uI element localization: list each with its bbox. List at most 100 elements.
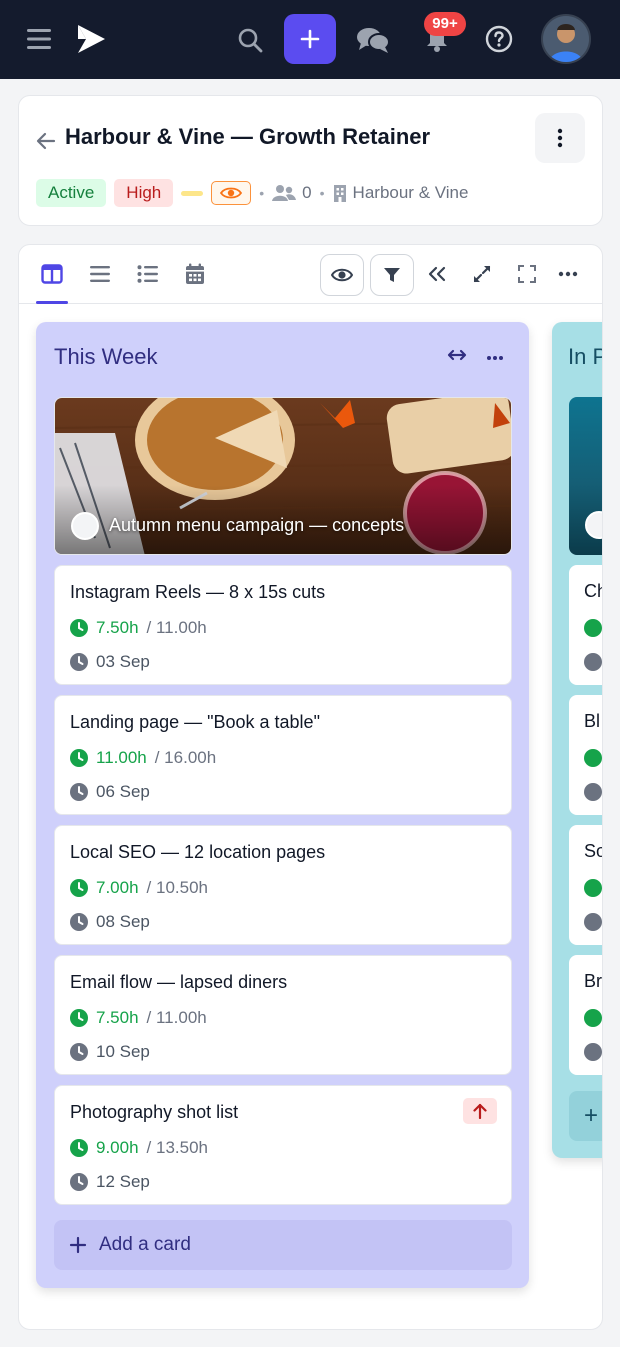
clock-icon xyxy=(70,913,88,931)
card-title: Ch xyxy=(584,581,602,601)
page-title: Harbour & Vine — Growth Retainer xyxy=(65,124,431,149)
clock-icon xyxy=(584,783,602,801)
project-menu-button[interactable] xyxy=(535,113,585,163)
help-icon[interactable] xyxy=(482,22,516,56)
board-toolbar xyxy=(19,245,602,304)
task-card[interactable]: Br xyxy=(569,955,602,1075)
add-card-label: Add a card xyxy=(99,1234,191,1255)
plus-icon xyxy=(300,29,320,49)
task-card[interactable]: Landing page — "Book a table" 11.00h / 1… xyxy=(54,695,512,815)
back-arrow-icon[interactable] xyxy=(35,130,57,152)
task-card[interactable]: Bl xyxy=(569,695,602,815)
complete-checkbox[interactable] xyxy=(71,512,99,540)
time-estimate: / 11.00h xyxy=(146,1008,207,1027)
board-column: This Week Autumn menu campaign — concept… xyxy=(36,322,529,1288)
list-view-icon[interactable] xyxy=(135,263,161,285)
card-title: So xyxy=(584,841,602,861)
clock-icon xyxy=(584,619,602,637)
column-title: In P xyxy=(568,344,602,369)
clock-icon xyxy=(584,749,602,767)
card-due-date: 10 Sep xyxy=(70,1042,150,1062)
due-date: 08 Sep xyxy=(96,912,150,931)
clock-icon xyxy=(70,653,88,671)
task-card[interactable]: Local SEO — 12 location pages 7.00h / 10… xyxy=(54,825,512,945)
time-logged: 11.00h xyxy=(96,748,147,767)
due-date: 03 Sep xyxy=(96,652,150,671)
status-badge[interactable]: Active xyxy=(36,179,107,207)
board-column: In P Ch Bl So Br + xyxy=(552,322,602,1158)
card-due-date: 08 Sep xyxy=(70,912,150,932)
column-more-icon[interactable] xyxy=(486,348,510,372)
clock-icon xyxy=(584,913,602,931)
add-card-button[interactable]: Add a card xyxy=(54,1220,512,1270)
add-button[interactable] xyxy=(284,14,336,64)
clock-icon xyxy=(584,879,602,897)
filter-button[interactable] xyxy=(370,254,414,296)
task-card[interactable]: So xyxy=(569,825,602,945)
task-card[interactable]: Photography shot list 9.00h / 13.50h 12 … xyxy=(54,1085,512,1205)
cover-card[interactable]: Autumn menu campaign — concepts xyxy=(54,397,512,555)
card-title: Instagram Reels — 8 x 15s cuts xyxy=(70,582,326,602)
visibility-toggle-button[interactable] xyxy=(320,254,364,296)
expand-icon[interactable] xyxy=(470,263,494,285)
separator-dot: • xyxy=(319,185,325,201)
members-count[interactable]: 0 xyxy=(272,183,312,203)
task-card[interactable]: Instagram Reels — 8 x 15s cuts 7.50h / 1… xyxy=(54,565,512,685)
search-icon[interactable] xyxy=(234,24,266,56)
kebab-icon xyxy=(557,128,563,148)
separator-dot: • xyxy=(259,185,265,201)
time-estimate: / 10.50h xyxy=(146,878,208,897)
time-logged: 9.00h xyxy=(96,1138,139,1157)
card-due-date: 06 Sep xyxy=(70,782,150,802)
due-date: 12 Sep xyxy=(96,1172,150,1191)
card-due-date: 03 Sep xyxy=(70,652,150,672)
collapse-icon[interactable] xyxy=(425,263,449,285)
clock-icon xyxy=(584,653,602,671)
project-header-card: Harbour & Vine — Growth Retainer Active … xyxy=(18,95,603,226)
card-title: Br xyxy=(584,971,602,991)
complete-checkbox[interactable] xyxy=(585,511,602,539)
building-icon xyxy=(333,185,346,202)
time-logged: 7.50h xyxy=(96,1008,139,1027)
column-resize-icon[interactable] xyxy=(446,348,472,372)
menu-icon[interactable] xyxy=(24,24,54,54)
clock-icon xyxy=(70,879,88,897)
client-link[interactable]: Harbour & Vine xyxy=(333,183,469,203)
chat-icon[interactable] xyxy=(354,22,392,58)
clock-icon xyxy=(70,1043,88,1061)
clock-icon xyxy=(70,749,88,767)
task-card[interactable]: Email flow — lapsed diners 7.50h / 11.00… xyxy=(54,955,512,1075)
fullscreen-icon[interactable] xyxy=(515,263,539,285)
priority-badge[interactable]: High xyxy=(114,179,174,207)
high-priority-badge xyxy=(463,1098,497,1124)
arrow-up-icon xyxy=(473,1103,487,1119)
due-date: 06 Sep xyxy=(96,782,150,801)
client-name: Harbour & Vine xyxy=(352,183,469,202)
eye-icon xyxy=(220,187,243,199)
board-view-icon[interactable] xyxy=(39,263,65,285)
visibility-badge[interactable] xyxy=(211,181,252,205)
card-time: 9.00h / 13.50h xyxy=(70,1138,208,1158)
color-tag[interactable] xyxy=(181,190,204,196)
cover-card[interactable] xyxy=(569,397,602,555)
eye-icon xyxy=(331,268,353,282)
card-title: Landing page — "Book a table" xyxy=(70,712,320,732)
plus-icon xyxy=(69,1236,87,1254)
lines-view-icon[interactable] xyxy=(87,263,113,285)
active-view-indicator xyxy=(36,301,68,304)
task-card[interactable]: Ch xyxy=(569,565,602,685)
due-date: 10 Sep xyxy=(96,1042,150,1061)
time-estimate: / 13.50h xyxy=(146,1138,208,1157)
card-title: Bl xyxy=(584,711,601,731)
clock-icon xyxy=(70,619,88,637)
add-card-label: + xyxy=(584,1102,599,1129)
card-time: 11.00h / 16.00h xyxy=(70,748,216,768)
logo-icon[interactable] xyxy=(72,20,110,58)
avatar[interactable] xyxy=(541,14,591,64)
clock-icon xyxy=(70,783,88,801)
card-title: Autumn menu campaign — concepts xyxy=(109,515,405,535)
calendar-view-icon[interactable] xyxy=(183,262,207,286)
add-card-button[interactable]: + xyxy=(569,1091,602,1141)
more-icon[interactable] xyxy=(556,263,580,285)
card-time: 7.00h / 10.50h xyxy=(70,878,208,898)
